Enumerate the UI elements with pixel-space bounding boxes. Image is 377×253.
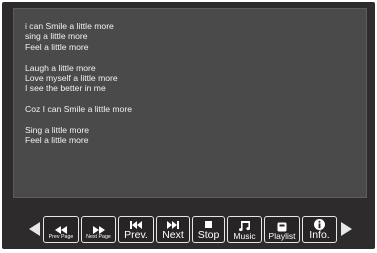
next-page-label: Next Page <box>86 234 111 241</box>
lyric-line: Feel a little more <box>25 135 89 146</box>
lyric-line: Laugh a little more <box>25 62 96 73</box>
lyric-line: Sing a little more <box>25 125 90 136</box>
next-page-button[interactable]: Next Page <box>81 215 116 243</box>
player-frame: i can Smile a little more sing a little … <box>2 2 375 249</box>
lyric-spacer <box>25 115 132 125</box>
lyric-line: i can Smile a little more <box>25 21 114 31</box>
scroll-left-arrow-icon[interactable] <box>29 222 40 236</box>
lyric-spacer <box>25 52 132 62</box>
music-label: Music <box>233 231 256 241</box>
music-button[interactable]: Music <box>227 215 262 243</box>
lyric-line: I see the better in me <box>25 83 106 94</box>
lyric-line: sing a little more <box>25 31 88 42</box>
lyrics-text: i can Smile a little more sing a little … <box>25 21 132 146</box>
scroll-right-arrow-icon[interactable] <box>341 222 352 236</box>
playlist-label: Playlist <box>268 231 296 241</box>
next-track-button[interactable]: Next <box>156 215 190 243</box>
playlist-button[interactable]: Playlist <box>264 215 300 243</box>
lyric-line: Coz I can Smile a little more <box>25 104 132 115</box>
prev-page-label: Prev Page <box>48 234 74 241</box>
lyrics-panel: i can Smile a little more sing a little … <box>13 8 367 198</box>
stop-button[interactable]: Stop <box>192 215 225 243</box>
info-label: Info. <box>309 229 330 241</box>
prev-track-button[interactable]: Prev. <box>118 215 154 243</box>
lyric-spacer <box>25 94 132 104</box>
info-button[interactable]: Info. <box>302 215 337 243</box>
prev-page-button[interactable]: Prev Page <box>43 215 79 243</box>
next-track-label: Next <box>162 229 184 241</box>
lyric-line: Feel a little more <box>25 41 89 52</box>
stop-label: Stop <box>197 229 220 241</box>
prev-track-label: Prev. <box>124 229 148 241</box>
lyric-line: Love myself a little more <box>25 73 118 84</box>
control-bar: Prev Page Next Page Prev. Next Stop Musi… <box>29 214 352 244</box>
